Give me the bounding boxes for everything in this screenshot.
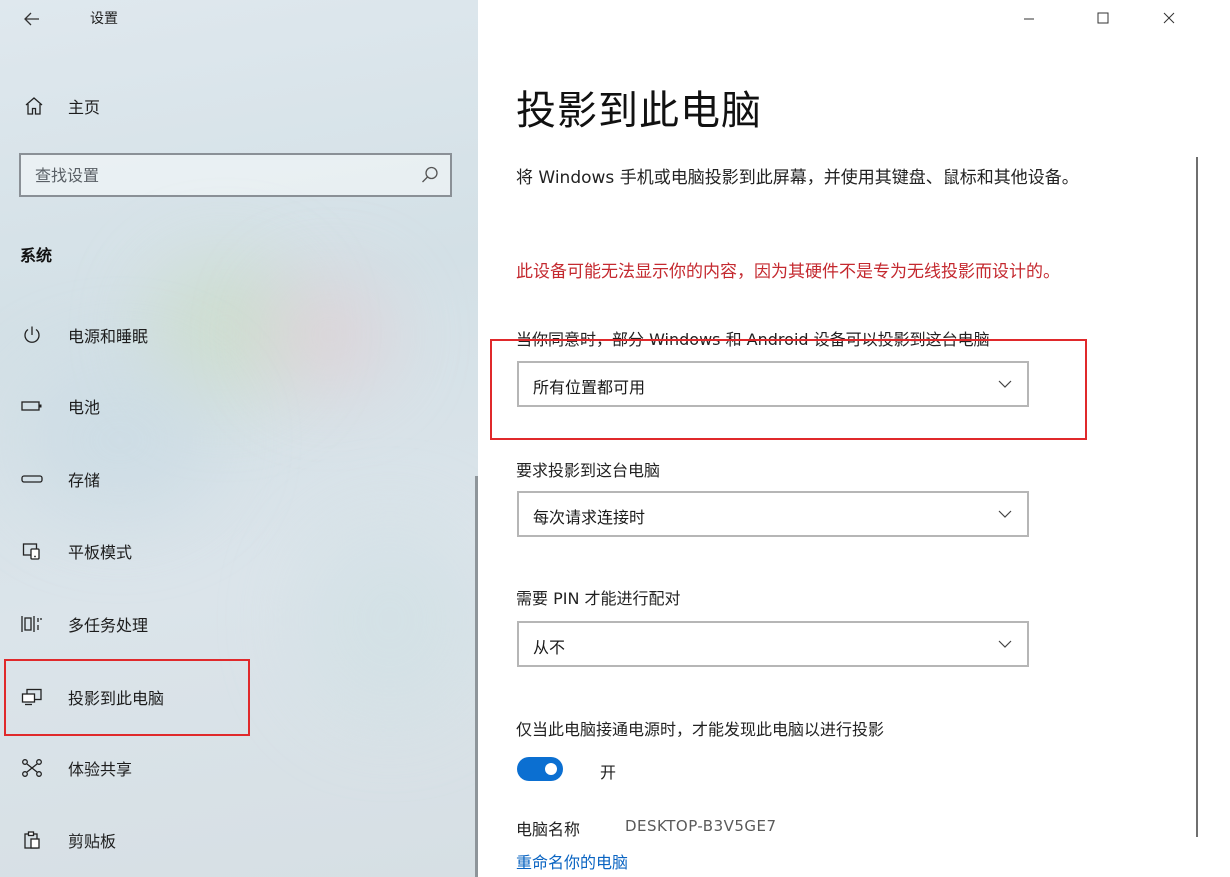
page-title: 投影到此电脑 [516,88,762,134]
sidebar-item-clipboard[interactable]: 剪贴板 [0,818,478,862]
multitasking-icon [20,612,44,636]
power-discovery-label: 仅当此电脑接通电源时，才能发现此电脑以进行投影 [516,720,885,739]
ask-to-project-dropdown[interactable]: 每次请求连接时 [517,491,1029,537]
home-icon [22,94,46,118]
annotation-highlight-box [4,659,250,736]
section-heading: 系统 [20,246,53,265]
search-icon[interactable] [420,165,440,185]
maximize-button[interactable] [1080,0,1126,36]
page-description: 将 Windows 手机或电脑投影到此屏幕，并使用其键盘、鼠标和其他设备。 [516,168,1079,188]
tablet-mode-icon [20,539,44,563]
sidebar-item-label: 多任务处理 [68,616,149,635]
arrow-left-icon [24,12,39,26]
sidebar-item-label: 主页 [68,98,101,117]
sidebar-item-label: 存储 [68,471,101,490]
sidebar-item-label: 体验共享 [68,760,133,779]
require-pin-label: 需要 PIN 才能进行配对 [516,589,681,608]
annotation-highlight-box [490,339,1087,440]
chevron-down-icon [998,510,1012,518]
hardware-warning: 此设备可能无法显示你的内容，因为其硬件不是专为无线投影而设计的。 [516,262,1060,282]
minimize-button[interactable] [1006,0,1052,36]
toggle-state-label: 开 [600,763,617,782]
sidebar-item-multitasking[interactable]: 多任务处理 [0,602,478,646]
app-title: 设置 [90,11,118,27]
search-box[interactable] [19,153,452,197]
ask-to-project-label: 要求投影到这台电脑 [516,461,661,480]
dropdown-value: 每次请求连接时 [533,508,646,527]
content-pane: 投影到此电脑 将 Windows 手机或电脑投影到此屏幕，并使用其键盘、鼠标和其… [478,0,1230,877]
power-icon [20,323,44,347]
rename-pc-link[interactable]: 重命名你的电脑 [516,849,628,873]
sidebar-item-label: 剪贴板 [68,832,117,851]
maximize-icon [1097,12,1109,24]
sidebar-item-label: 平板模式 [68,543,133,562]
sidebar-item-tablet-mode[interactable]: 平板模式 [0,529,478,573]
storage-icon [20,467,44,491]
pc-name-value: DESKTOP-B3V5GE7 [625,817,777,835]
sidebar-item-label: 电源和睡眠 [68,327,149,346]
sidebar-item-shared-experiences[interactable]: 体验共享 [0,746,478,790]
battery-icon [20,394,44,418]
toggle-knob [545,763,557,775]
search-input[interactable] [35,155,395,195]
shared-experiences-icon [20,756,44,780]
require-pin-dropdown[interactable]: 从不 [517,621,1029,667]
minimize-icon [1024,18,1034,20]
dropdown-value: 从不 [533,638,566,657]
pc-name-label: 电脑名称 [516,820,581,839]
sidebar-item-home[interactable]: 主页 [0,84,478,128]
close-button[interactable] [1146,0,1192,36]
sidebar-item-label: 电池 [68,398,101,417]
clipboard-icon [20,828,44,852]
content-scrollbar[interactable] [1196,157,1198,837]
sidebar-item-storage[interactable]: 存储 [0,457,478,501]
power-discovery-toggle[interactable] [517,757,563,781]
back-button[interactable] [14,2,50,36]
sidebar: 设置 主页 系统 电源和睡眠 [0,0,478,877]
close-icon [1163,12,1175,24]
sidebar-item-battery[interactable]: 电池 [0,384,478,428]
chevron-down-icon [998,640,1012,648]
title-bar: 设置 [0,0,478,40]
sidebar-item-power-sleep[interactable]: 电源和睡眠 [0,313,478,357]
